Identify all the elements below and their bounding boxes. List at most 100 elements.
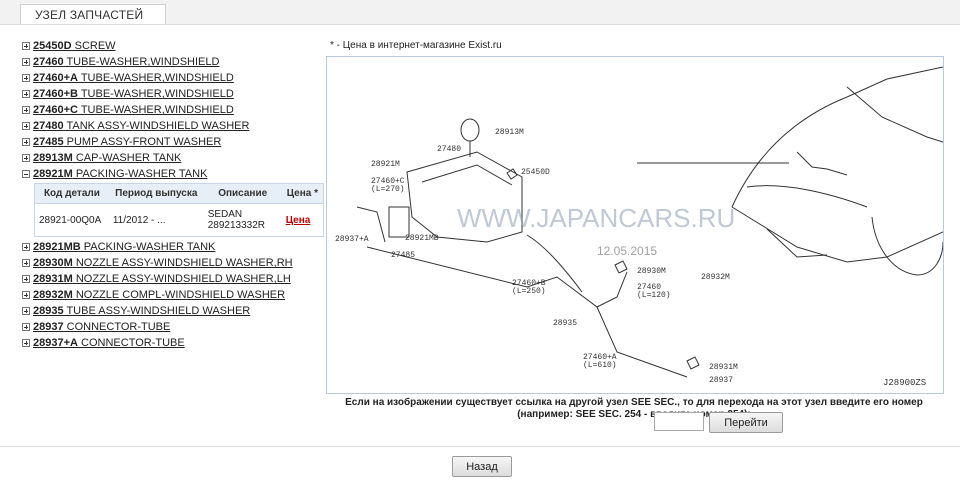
part-code: 28937 <box>33 321 64 333</box>
nozzle-rh-shape <box>614 260 628 274</box>
part-link[interactable]: 28931M NOZZLE ASSY-WINDSHIELD WASHER,LH <box>33 273 291 285</box>
car-front-line <box>731 206 943 263</box>
parts-tree: 25450D SCREW 27460 TUBE-WASHER,WINDSHIELD… <box>22 38 324 351</box>
part-link[interactable]: 28921MB PACKING-WASHER TANK <box>33 241 215 253</box>
part-name: NOZZLE ASSY-WINDSHIELD WASHER,LH <box>72 273 291 285</box>
expand-icon[interactable] <box>22 122 30 130</box>
part-link[interactable]: 27460+B TUBE-WASHER,WINDSHIELD <box>33 88 234 100</box>
part-name: TUBE-WASHER,WINDSHIELD <box>63 56 220 68</box>
tab-parts-unit[interactable]: УЗЕЛ ЗАПЧАСТЕЙ <box>20 4 166 24</box>
diagram-label: 28930M <box>637 267 666 276</box>
diagram-label: 27480 <box>437 145 461 154</box>
part-code: 27480 <box>33 120 64 132</box>
part-code: 28935 <box>33 305 64 317</box>
part-code: 27460+C <box>33 104 78 116</box>
part-link[interactable]: 28921M PACKING-WASHER TANK <box>33 168 207 180</box>
car-bumper-line <box>746 185 868 208</box>
part-name: CONNECTOR-TUBE <box>77 337 185 349</box>
expand-icon[interactable] <box>22 74 30 82</box>
part-code: 27460+A <box>33 72 78 84</box>
see-sec-input[interactable] <box>654 412 704 431</box>
diagram-label: 28921MB <box>405 234 439 243</box>
part-code: 28921M <box>33 168 73 180</box>
tree-item[interactable]: 28935 TUBE ASSY-WINDSHIELD WASHER <box>22 303 322 319</box>
expand-icon[interactable] <box>22 106 30 114</box>
part-name: CAP-WASHER TANK <box>72 152 182 164</box>
tree-item[interactable]: 28937+A CONNECTOR-TUBE <box>22 335 322 351</box>
diagram-watermark: WWW.JAPANCARS.RU <box>457 203 735 233</box>
collapse-icon[interactable] <box>22 170 30 178</box>
expand-icon[interactable] <box>22 42 30 50</box>
tree-item[interactable]: 27485 PUMP ASSY-FRONT WASHER <box>22 134 322 150</box>
diagram-date: 12.05.2015 <box>597 244 657 258</box>
car-wheel-arch <box>871 216 943 276</box>
part-link[interactable]: 28930M NOZZLE ASSY-WINDSHIELD WASHER,RH <box>33 257 293 269</box>
tree-item[interactable]: 27460+C TUBE-WASHER,WINDSHIELD <box>22 102 322 118</box>
part-link[interactable]: 25450D SCREW <box>33 40 116 52</box>
part-link[interactable]: 27460+A TUBE-WASHER,WINDSHIELD <box>33 72 234 84</box>
tree-item[interactable]: 28921MB PACKING-WASHER TANK <box>22 239 322 255</box>
detail-code: 28921-00Q0A <box>39 214 102 226</box>
part-detail-table: Код детали Период выпуска Описание Цена * 28… <box>34 183 324 237</box>
part-name: NOZZLE COMPL-WINDSHIELD WASHER <box>72 289 286 301</box>
tree-item[interactable]: 28921M PACKING-WASHER TANK <box>22 166 322 182</box>
part-link[interactable]: 28937+A CONNECTOR-TUBE <box>33 337 185 349</box>
tree-item[interactable]: 28931M NOZZLE ASSY-WINDSHIELD WASHER,LH <box>22 271 322 287</box>
washer-cap-shape <box>460 118 480 142</box>
tree-item[interactable]: 25450D SCREW <box>22 38 322 54</box>
expand-icon[interactable] <box>22 323 30 331</box>
expand-icon[interactable] <box>22 90 30 98</box>
top-bar: УЗЕЛ ЗАПЧАСТЕЙ <box>0 0 960 25</box>
diagram-label: 28932M <box>701 273 730 282</box>
diagram-label: 28913M <box>495 128 524 137</box>
detail-price-cell: Цена <box>282 204 324 237</box>
back-button[interactable]: Назад <box>452 456 512 477</box>
diagram-label: 28921M <box>371 160 400 169</box>
part-code: 27485 <box>33 136 64 148</box>
parts-diagram[interactable]: 28913M 27480 28921M 27460+C (L=270) 25450D 289… <box>326 56 944 394</box>
expand-icon[interactable] <box>22 243 30 251</box>
price-link[interactable]: Цена <box>286 215 311 226</box>
tree-item[interactable]: 28937 CONNECTOR-TUBE <box>22 319 322 335</box>
expand-icon[interactable] <box>22 154 30 162</box>
part-code: 28930M <box>33 257 73 269</box>
detail-header: Период выпуска <box>108 183 204 204</box>
expand-icon[interactable] <box>22 339 30 347</box>
part-link[interactable]: 28935 TUBE ASSY-WINDSHIELD WASHER <box>33 305 250 317</box>
diagram-label: (L=270) <box>371 185 405 194</box>
detail-header: Описание <box>203 183 282 204</box>
diagram-label: 28937 <box>709 376 733 385</box>
part-name: PACKING-WASHER TANK <box>80 241 216 253</box>
expand-icon[interactable] <box>22 259 30 267</box>
expand-icon[interactable] <box>22 138 30 146</box>
part-code: 28932M <box>33 289 73 301</box>
detail-description: SEDAN 289213332R <box>207 209 265 231</box>
part-name: CONNECTOR-TUBE <box>63 321 171 333</box>
tree-item[interactable]: 27460 TUBE-WASHER,WINDSHIELD <box>22 54 322 70</box>
screw-shape <box>506 168 518 180</box>
part-link[interactable]: 27460 TUBE-WASHER,WINDSHIELD <box>33 56 219 68</box>
part-link[interactable]: 27485 PUMP ASSY-FRONT WASHER <box>33 136 221 148</box>
tree-item[interactable]: 28913M CAP-WASHER TANK <box>22 150 322 166</box>
tree-item[interactable]: 27460+A TUBE-WASHER,WINDSHIELD <box>22 70 322 86</box>
detail-header: Код детали <box>34 183 109 204</box>
expand-icon[interactable] <box>22 307 30 315</box>
tree-item[interactable]: 27480 TANK ASSY-WINDSHIELD WASHER <box>22 118 322 134</box>
diagram-label: 28937+A <box>335 235 369 244</box>
expand-icon[interactable] <box>22 275 30 283</box>
part-link[interactable]: 27480 TANK ASSY-WINDSHIELD WASHER <box>33 120 249 132</box>
tree-item[interactable]: 28930M NOZZLE ASSY-WINDSHIELD WASHER,RH <box>22 255 322 271</box>
part-link[interactable]: 28913M CAP-WASHER TANK <box>33 152 181 164</box>
part-name: NOZZLE ASSY-WINDSHIELD WASHER,RH <box>72 257 293 269</box>
go-button[interactable]: Перейти <box>709 412 783 433</box>
expand-icon[interactable] <box>22 291 30 299</box>
part-link[interactable]: 28932M NOZZLE COMPL-WINDSHIELD WASHER <box>33 289 285 301</box>
detail-period: 11/2012 - ... <box>112 214 166 226</box>
tree-item[interactable]: 27460+B TUBE-WASHER,WINDSHIELD <box>22 86 322 102</box>
car-windshield-line <box>846 86 943 143</box>
hose-branch-line <box>596 271 628 308</box>
expand-icon[interactable] <box>22 58 30 66</box>
part-link[interactable]: 27460+C TUBE-WASHER,WINDSHIELD <box>33 104 234 116</box>
tree-item[interactable]: 28932M NOZZLE COMPL-WINDSHIELD WASHER <box>22 287 322 303</box>
part-link[interactable]: 28937 CONNECTOR-TUBE <box>33 321 170 333</box>
